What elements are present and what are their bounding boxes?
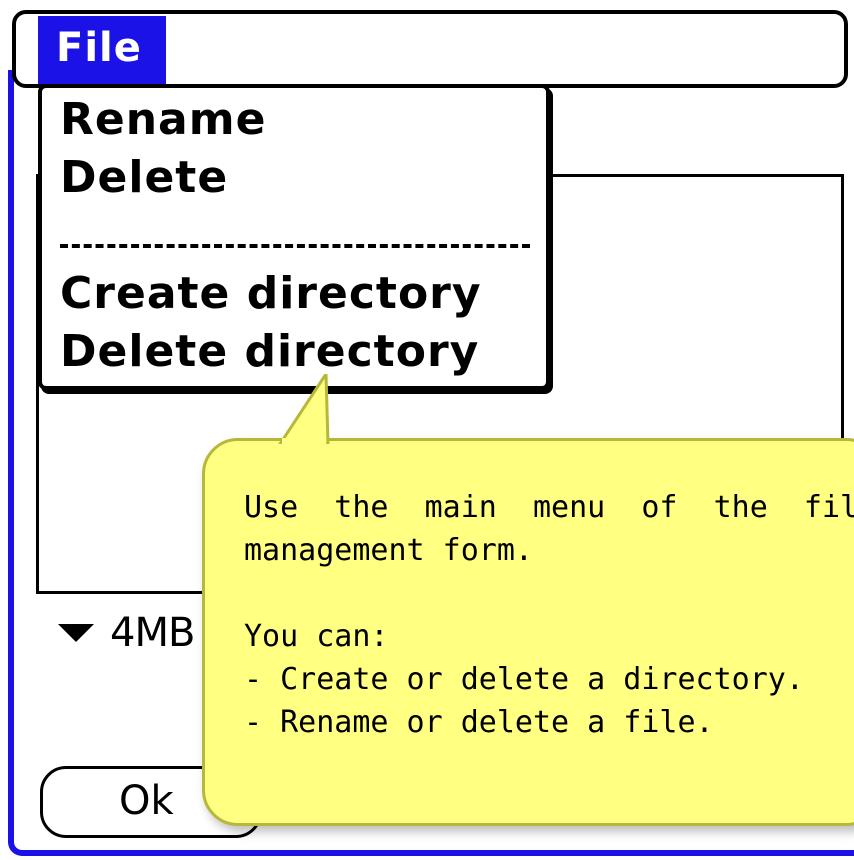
storage-selector[interactable]: 4MB <box>58 608 195 658</box>
tooltip-line-blank <box>244 572 854 615</box>
storage-label[interactable]: 4MB <box>110 610 195 656</box>
tooltip-text: Use the main menu of the file management … <box>244 486 854 744</box>
menu-item-rename[interactable]: Rename <box>60 94 266 145</box>
tooltip-line: - Create or delete a directory. <box>244 662 804 697</box>
menu-separator <box>60 244 530 248</box>
menu-item-delete[interactable]: Delete <box>60 152 228 203</box>
tooltip-line: - Rename or delete a file. <box>244 705 714 740</box>
menu-item-delete-directory[interactable]: Delete directory <box>60 326 479 377</box>
file-menu-dropdown: Rename Delete Create directory Delete di… <box>38 84 550 390</box>
tooltip-line: management form. <box>244 533 533 568</box>
triangle-down-icon[interactable] <box>58 624 94 642</box>
menu-item-create-directory[interactable]: Create directory <box>60 268 482 319</box>
menu-file[interactable]: File <box>38 16 166 84</box>
tooltip-line: Use the main menu of the file <box>244 490 854 525</box>
tooltip-line: You can: <box>244 619 389 654</box>
tooltip-pointer <box>278 374 330 444</box>
